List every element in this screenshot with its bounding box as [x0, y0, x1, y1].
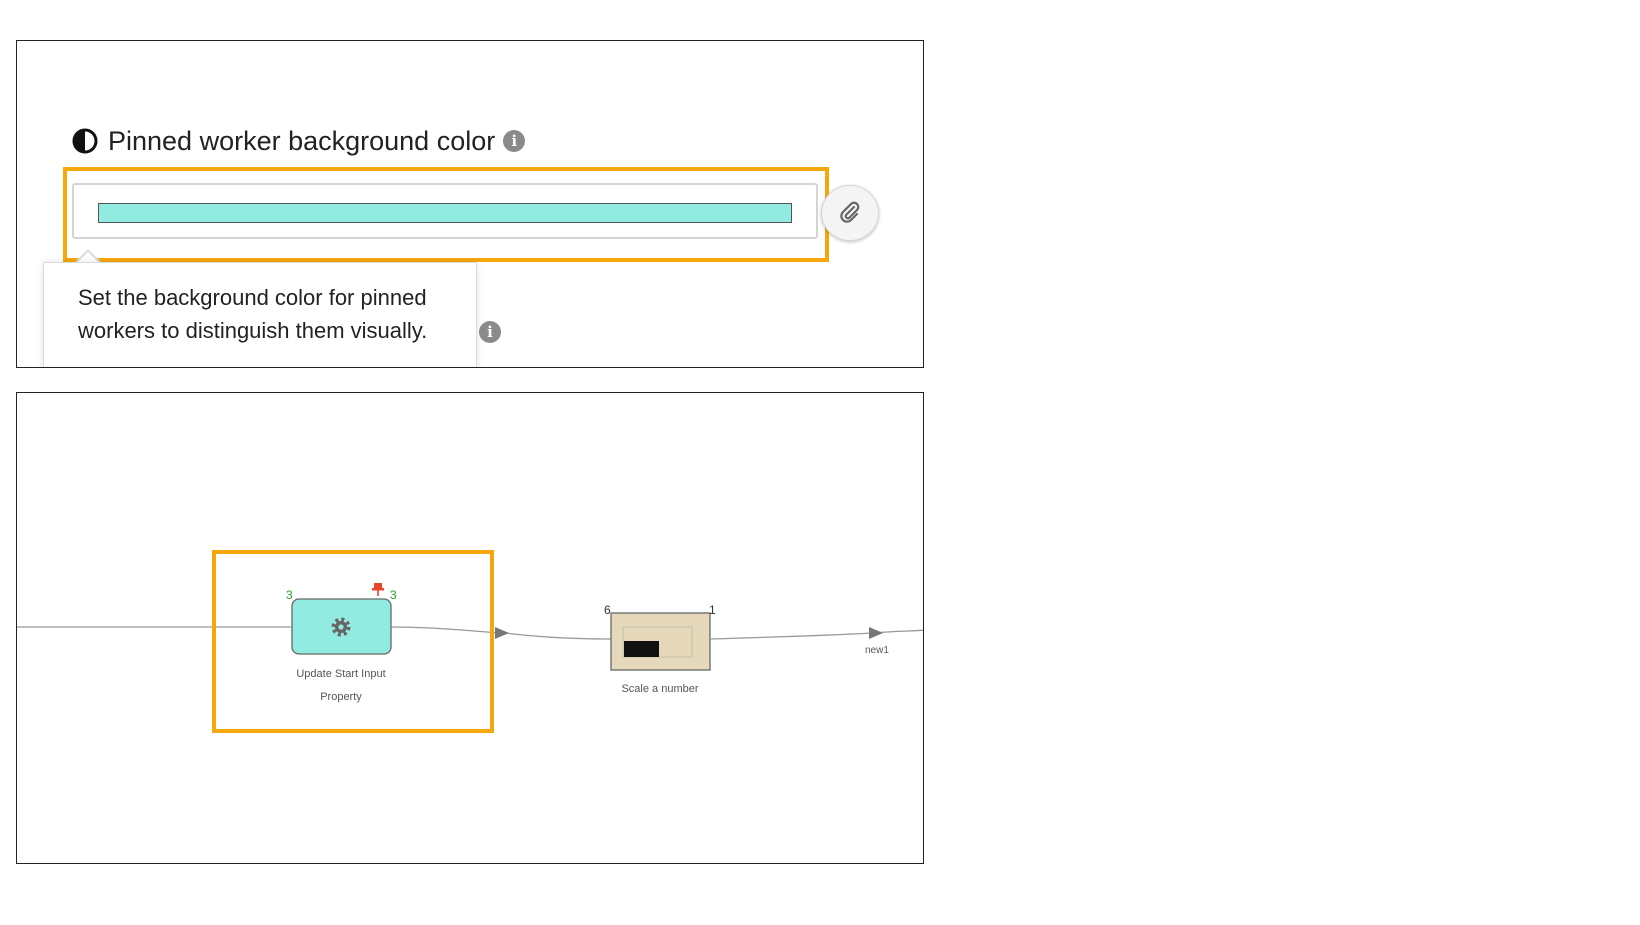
- output-label: new1: [865, 645, 889, 656]
- scale-number-node[interactable]: 6 1 Scale a number: [604, 603, 716, 695]
- workflow-diagram: new1 3 3 Update Start Input Property 6 1…: [17, 550, 923, 733]
- setting-title: Pinned worker background color: [108, 125, 496, 156]
- scale-node-output-count: 1: [709, 603, 716, 617]
- pin-icon[interactable]: [372, 583, 384, 596]
- tooltip: Set the background color for pinned work…: [43, 262, 477, 367]
- contrast-icon: [72, 128, 98, 154]
- scale-node-display: [624, 641, 659, 657]
- pinned-node-output-count: 3: [390, 588, 397, 602]
- setting-heading: Pinned worker background color i: [72, 123, 526, 159]
- settings-panel: Pinned worker background color i Set the…: [16, 40, 924, 368]
- tooltip-text: Set the background color for pinned work…: [78, 285, 428, 343]
- info-icon-secondary[interactable]: i: [479, 321, 501, 343]
- output-connector: [710, 629, 923, 640]
- scale-node-label: Scale a number: [621, 683, 698, 695]
- scale-node-input-count: 6: [604, 603, 611, 617]
- color-picker-field[interactable]: [72, 183, 818, 239]
- info-icon[interactable]: i: [503, 130, 526, 152]
- attach-button[interactable]: [821, 185, 879, 241]
- pinned-worker-node[interactable]: 3 3 Update Start Input Property: [286, 583, 397, 703]
- output-arrow: [869, 627, 883, 639]
- pinned-node-label-line1: Update Start Input: [296, 668, 385, 680]
- pinned-node-input-count: 3: [286, 588, 293, 602]
- workflow-canvas[interactable]: new1 3 3 Update Start Input Property 6 1…: [16, 392, 924, 864]
- color-swatch[interactable]: [98, 203, 792, 223]
- pinned-node-label-line2: Property: [320, 691, 362, 703]
- connector-arrow: [495, 627, 509, 639]
- paperclip-icon: [840, 201, 860, 223]
